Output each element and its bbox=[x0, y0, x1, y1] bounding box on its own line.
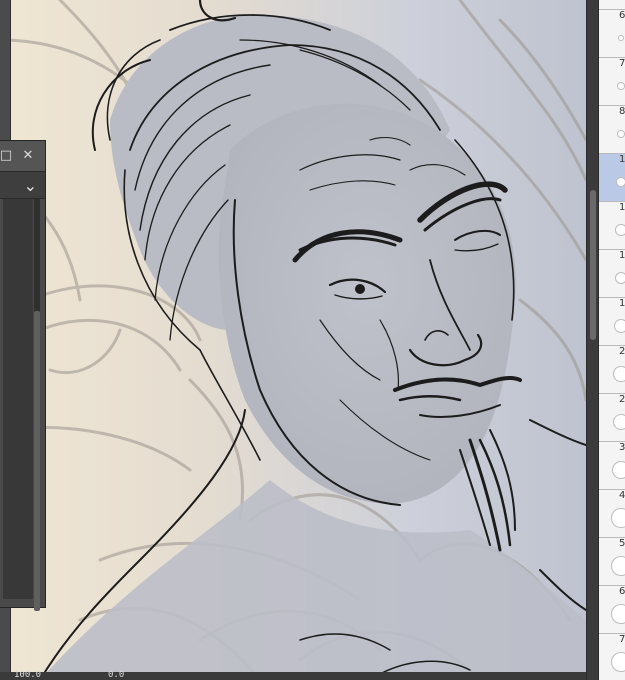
canvas-scrollbar-thumb[interactable] bbox=[590, 190, 596, 340]
brush-size-preview-dot bbox=[616, 177, 625, 187]
brush-size-preview-dot bbox=[612, 605, 625, 623]
zoom-readout[interactable]: 100.0 bbox=[14, 670, 41, 680]
brush-size-item-6[interactable]: 6 bbox=[599, 10, 625, 58]
brush-size-label: 12 bbox=[619, 202, 625, 213]
brush-size-preview-dot bbox=[612, 557, 625, 575]
brush-size-item-25[interactable]: 25 bbox=[599, 394, 625, 442]
brush-size-item-30[interactable]: 30 bbox=[599, 442, 625, 490]
panel-scrollbar-thumb[interactable] bbox=[34, 311, 40, 611]
brush-size-item-5[interactable]: 5 bbox=[599, 0, 625, 10]
sketch-artwork bbox=[0, 0, 586, 680]
brush-size-item-50[interactable]: 50 bbox=[599, 538, 625, 586]
brush-size-item-8[interactable]: 8 bbox=[599, 106, 625, 154]
brush-size-item-10[interactable]: 10 bbox=[599, 154, 625, 202]
brush-size-preview-dot bbox=[612, 509, 625, 527]
brush-size-label: 15 bbox=[619, 250, 625, 261]
brush-size-item-70[interactable]: 70 bbox=[599, 634, 625, 680]
brush-size-label: 70 bbox=[619, 634, 625, 645]
brush-size-preview-dot bbox=[616, 225, 625, 235]
panel-content bbox=[3, 199, 33, 599]
brush-size-item-15[interactable]: 15 bbox=[599, 250, 625, 298]
floating-panel[interactable]: □ ✕ ⌄ bbox=[0, 140, 46, 611]
brush-size-label: 8 bbox=[619, 106, 625, 117]
brush-size-preview-dot bbox=[612, 653, 625, 671]
brush-size-item-20[interactable]: 20 bbox=[599, 346, 625, 394]
brush-size-item-7[interactable]: 7 bbox=[599, 58, 625, 106]
drawing-canvas[interactable] bbox=[0, 0, 586, 680]
chevron-down-icon[interactable]: ⌄ bbox=[24, 176, 37, 195]
status-bar: 100.0 0.0 bbox=[0, 670, 586, 680]
brush-size-preview-dot bbox=[613, 414, 625, 430]
panel-titlebar[interactable]: □ ✕ bbox=[0, 141, 45, 172]
brush-size-preview-dot bbox=[613, 462, 625, 478]
brush-size-preview-dot bbox=[618, 83, 624, 89]
brush-size-label: 50 bbox=[619, 538, 625, 549]
brush-size-label: 6 bbox=[619, 10, 625, 21]
brush-size-label: 20 bbox=[619, 346, 625, 357]
brush-size-preview-dot bbox=[614, 319, 625, 333]
restore-window-icon[interactable]: □ bbox=[0, 149, 13, 163]
angle-readout[interactable]: 0.0 bbox=[108, 670, 124, 680]
brush-size-preview-dot bbox=[614, 367, 625, 381]
brush-size-item-40[interactable]: 40 bbox=[599, 490, 625, 538]
brush-size-label: 10 bbox=[619, 154, 625, 165]
brush-size-label: 60 bbox=[619, 586, 625, 597]
brush-size-item-12[interactable]: 12 bbox=[599, 202, 625, 250]
close-icon[interactable]: ✕ bbox=[21, 149, 35, 163]
brush-size-label: 17 bbox=[619, 298, 625, 309]
panel-dropdown[interactable]: ⌄ bbox=[0, 172, 45, 199]
brush-size-item-60[interactable]: 60 bbox=[599, 586, 625, 634]
brush-size-label: 7 bbox=[619, 58, 625, 69]
brush-size-label: 25 bbox=[619, 394, 625, 405]
brush-size-preview-dot bbox=[617, 130, 625, 138]
brush-size-panel: 56 7 8 10 12 15 17 20 25 30 40 50 60 70 bbox=[598, 0, 625, 680]
brush-size-item-17[interactable]: 17 bbox=[599, 298, 625, 346]
brush-size-preview-dot bbox=[618, 35, 624, 41]
brush-size-label: 40 bbox=[619, 490, 625, 501]
brush-size-label: 30 bbox=[619, 442, 625, 453]
brush-size-preview-dot bbox=[615, 272, 625, 284]
